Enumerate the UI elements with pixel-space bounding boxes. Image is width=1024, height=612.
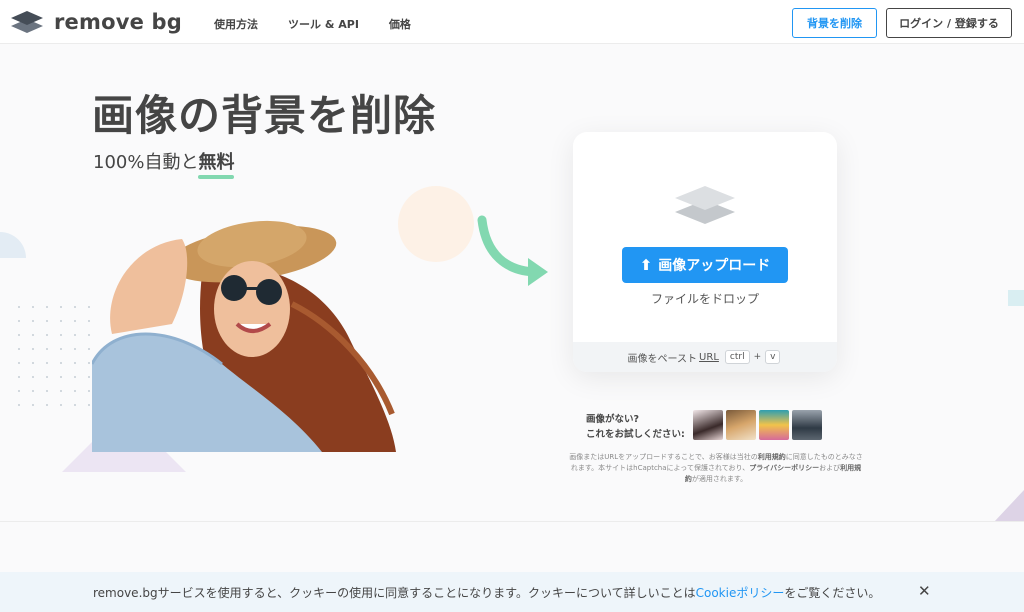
decorative-square <box>1008 290 1024 306</box>
paste-hint: 画像をペースト URL ctrl + v <box>573 342 837 372</box>
sample-thumb-cake[interactable] <box>759 410 789 440</box>
sample-thumb-car[interactable] <box>792 410 822 440</box>
privacy-policy-link[interactable]: プライバシーポリシー <box>749 464 819 472</box>
sample-thumb-dog[interactable] <box>726 410 756 440</box>
nav-tools-api[interactable]: ツール & API <box>288 16 359 32</box>
sample-thumb-woman[interactable] <box>693 410 723 440</box>
cookie-banner: remove.bgサービスを使用すると、クッキーの使用に同意することになります。… <box>0 572 1024 612</box>
key-ctrl: ctrl <box>724 350 750 364</box>
sample-images-label: 画像がない? これをお試しください: <box>586 412 685 442</box>
upload-icon: ⬆ <box>639 256 653 274</box>
upload-card[interactable]: ⬆ 画像アップロード ファイルをドロップ 画像をペースト URL ctrl + … <box>573 132 837 372</box>
cookie-suffix: をご覧ください。 <box>784 585 881 600</box>
upload-image-button[interactable]: ⬆ 画像アップロード <box>622 247 788 283</box>
decorative-half-circle <box>0 232 26 258</box>
layers-logo-icon <box>11 11 43 33</box>
hero-photo-woman-with-hat <box>92 214 396 452</box>
legal-text-4: が適用されます。 <box>691 475 748 483</box>
key-plus: + <box>753 352 762 362</box>
sample-thumbnails <box>693 410 825 440</box>
drop-file-text: ファイルをドロップ <box>650 292 759 306</box>
main-nav: 使用方法 ツール & API 価格 <box>214 16 441 32</box>
decorative-circle <box>398 186 474 262</box>
terms-link[interactable]: 利用規約 <box>758 453 786 461</box>
login-signup-button[interactable]: ログイン / 登録する <box>886 8 1012 38</box>
logo-text: remove bg <box>54 10 183 34</box>
hero-subtitle: 100%自動と無料 <box>93 148 234 174</box>
cookie-message: remove.bgサービスを使用すると、クッキーの使用に同意することになります。… <box>93 584 880 601</box>
legal-notice: 画像またはURLをアップロードすることで、お客様は当社の利用規約に同意したものと… <box>568 452 864 485</box>
key-v: v <box>765 350 781 364</box>
paste-prefix: 画像をペースト <box>627 353 698 365</box>
cookie-text: remove.bgサービスを使用すると、クッキーの使用に同意することになります。… <box>93 585 696 600</box>
nav-pricing[interactable]: 価格 <box>389 16 411 32</box>
remove-background-button[interactable]: 背景を削除 <box>792 8 877 38</box>
section-divider <box>0 521 1024 522</box>
legal-text-3: および <box>819 464 841 472</box>
try-these-text: これをお試しください: <box>586 429 685 440</box>
upload-button-label: 画像アップロード <box>658 258 771 274</box>
no-image-text: 画像がない? <box>586 414 640 425</box>
cookie-policy-link[interactable]: Cookieポリシー <box>696 586 785 600</box>
layers-placeholder-icon <box>675 186 735 224</box>
nav-how-to-use[interactable]: 使用方法 <box>214 16 258 32</box>
decorative-corner-triangle <box>994 490 1024 522</box>
top-navbar: remove bg 使用方法 ツール & API 価格 背景を削除 ログイン /… <box>0 0 1024 44</box>
close-icon[interactable]: ✕ <box>918 582 931 600</box>
decorative-dot-grid <box>12 300 92 410</box>
paste-url-link[interactable]: URL <box>699 352 719 363</box>
hero-title: 画像の背景を削除 <box>92 91 437 140</box>
legal-text-1: 画像またはURLをアップロードすることで、お客様は当社の <box>569 453 758 461</box>
hero-subtitle-free: 無料 <box>198 152 235 173</box>
curved-arrow-icon <box>477 215 548 286</box>
hero-subtitle-prefix: 100%自動と <box>93 152 199 173</box>
logo[interactable]: remove bg <box>10 9 182 35</box>
